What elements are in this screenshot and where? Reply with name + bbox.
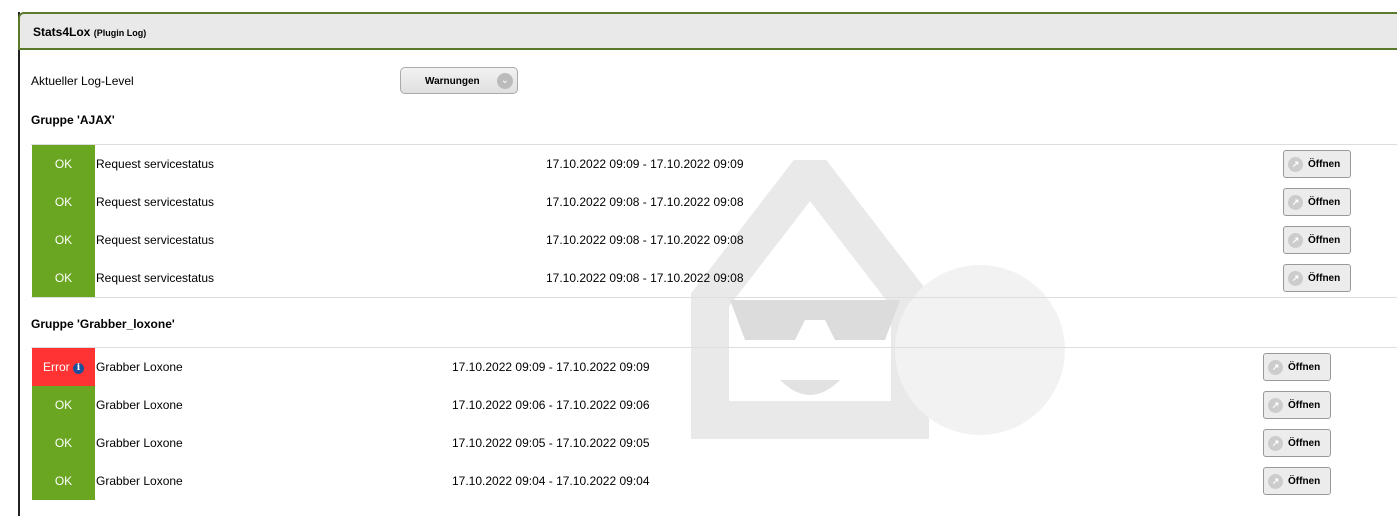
status-badge: OK: [32, 145, 95, 183]
log-table-ajax: OK Request servicestatus 17.10.2022 09:0…: [31, 144, 1397, 297]
log-time: 17.10.2022 09:09 - 17.10.2022 09:09: [546, 157, 744, 171]
log-table-grabber: Error i Grabber Loxone 17.10.2022 09:09 …: [31, 347, 1397, 500]
external-link-icon: ↗: [1268, 436, 1283, 451]
open-log-button[interactable]: ↗ Öffnen: [1283, 264, 1351, 292]
log-row: Error i Grabber Loxone 17.10.2022 09:09 …: [31, 348, 1397, 386]
external-link-icon: ↗: [1288, 195, 1303, 210]
log-time: 17.10.2022 09:09 - 17.10.2022 09:09: [452, 360, 650, 374]
log-row: OK Grabber Loxone 17.10.2022 09:05 - 17.…: [31, 424, 1397, 462]
log-name: Request servicestatus: [96, 233, 215, 247]
status-badge: OK: [32, 424, 95, 462]
open-log-button[interactable]: ↗ Öffnen: [1283, 188, 1351, 216]
log-name: Grabber Loxone: [96, 398, 183, 412]
status-badge: OK: [32, 462, 95, 500]
group-heading: Gruppe 'AJAX': [31, 113, 115, 127]
external-link-icon: ↗: [1268, 474, 1283, 489]
chevron-down-icon: ⌄: [497, 73, 513, 89]
open-log-button[interactable]: ↗ Öffnen: [1263, 353, 1331, 381]
group-heading: Gruppe 'Grabber_loxone': [31, 317, 175, 331]
open-log-button[interactable]: ↗ Öffnen: [1263, 467, 1331, 495]
log-time: 17.10.2022 09:04 - 17.10.2022 09:04: [452, 474, 650, 488]
divider: [31, 297, 1397, 298]
external-link-icon: ↗: [1268, 398, 1283, 413]
open-log-button[interactable]: ↗ Öffnen: [1263, 429, 1331, 457]
log-time: 17.10.2022 09:08 - 17.10.2022 09:08: [546, 271, 744, 285]
open-log-button[interactable]: ↗ Öffnen: [1283, 226, 1351, 254]
status-badge: OK: [32, 221, 95, 259]
external-link-icon: ↗: [1268, 360, 1283, 375]
log-time: 17.10.2022 09:05 - 17.10.2022 09:05: [452, 436, 650, 450]
status-badge: OK: [32, 259, 95, 297]
log-level-select[interactable]: Warnungen ⌄: [400, 67, 518, 94]
log-name: Grabber Loxone: [96, 436, 183, 450]
log-name: Request servicestatus: [96, 157, 215, 171]
log-row: OK Request servicestatus 17.10.2022 09:0…: [31, 183, 1397, 221]
log-row: OK Grabber Loxone 17.10.2022 09:04 - 17.…: [31, 462, 1397, 500]
info-icon[interactable]: i: [73, 363, 84, 374]
log-name: Request servicestatus: [96, 195, 215, 209]
log-row: OK Grabber Loxone 17.10.2022 09:06 - 17.…: [31, 386, 1397, 424]
log-name: Grabber Loxone: [96, 360, 183, 374]
external-link-icon: ↗: [1288, 271, 1303, 286]
log-time: 17.10.2022 09:08 - 17.10.2022 09:08: [546, 195, 744, 209]
log-level-label: Aktueller Log-Level: [31, 74, 134, 88]
status-badge: OK: [32, 386, 95, 424]
open-log-button[interactable]: ↗ Öffnen: [1263, 391, 1331, 419]
panel-header: Stats4Lox (Plugin Log): [18, 12, 1397, 50]
log-row: OK Request servicestatus 17.10.2022 09:0…: [31, 259, 1397, 297]
log-time: 17.10.2022 09:08 - 17.10.2022 09:08: [546, 233, 744, 247]
log-row: OK Request servicestatus 17.10.2022 09:0…: [31, 145, 1397, 183]
log-row: OK Request servicestatus 17.10.2022 09:0…: [31, 221, 1397, 259]
panel-title: Stats4Lox (Plugin Log): [33, 25, 147, 39]
log-name: Grabber Loxone: [96, 474, 183, 488]
external-link-icon: ↗: [1288, 233, 1303, 248]
external-link-icon: ↗: [1288, 157, 1303, 172]
log-name: Request servicestatus: [96, 271, 215, 285]
log-time: 17.10.2022 09:06 - 17.10.2022 09:06: [452, 398, 650, 412]
status-badge: Error i: [32, 348, 95, 386]
open-log-button[interactable]: ↗ Öffnen: [1283, 150, 1351, 178]
status-badge: OK: [32, 183, 95, 221]
